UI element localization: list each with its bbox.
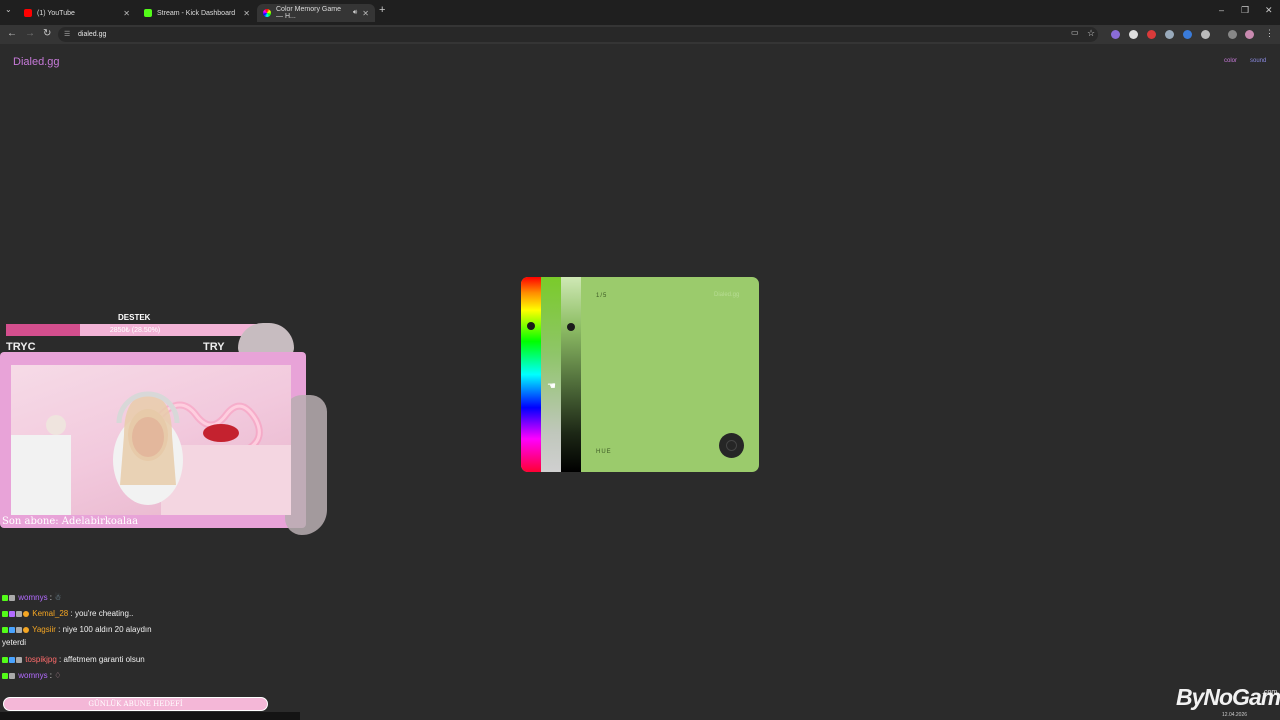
- hue-slider[interactable]: [521, 277, 541, 472]
- extension-icon[interactable]: [1129, 30, 1138, 39]
- url-text: dialed.gg: [78, 31, 107, 38]
- chat-username: Kemal_28: [32, 609, 69, 618]
- extension-record-icon[interactable]: [1147, 30, 1156, 39]
- emote-icon: ☃: [54, 593, 62, 602]
- browser-address-bar: ← → ↻ ☰ dialed.gg ▭ ☆ ⋮: [0, 25, 1280, 44]
- reload-icon[interactable]: ↻: [43, 28, 51, 39]
- sub-badge-icon: [9, 626, 15, 633]
- browser-tab-bar: ⌄ (1) YouTube ✕ Stream - Kick Dashboard …: [0, 0, 1280, 25]
- minimize-icon[interactable]: –: [1219, 5, 1224, 15]
- maximize-icon[interactable]: ❐: [1241, 5, 1249, 16]
- extensions-puzzle-icon[interactable]: [1201, 30, 1210, 39]
- window-close-icon[interactable]: ✕: [1265, 5, 1273, 16]
- watermark-date: 12.04.2026: [1222, 712, 1248, 718]
- webcam-video: [11, 365, 291, 515]
- chat-separator: :: [55, 625, 63, 634]
- kick-icon: [144, 9, 152, 17]
- watermark-suffix: .com: [1262, 689, 1278, 696]
- youtube-icon: [24, 9, 32, 17]
- extension-pen-icon[interactable]: [1111, 30, 1120, 39]
- bars-badge-icon: [9, 672, 15, 679]
- chat-username: womnys: [18, 593, 48, 602]
- coin-badge-icon: [23, 610, 29, 617]
- donation-goal-bar: 2850₺ (28.50%): [6, 324, 264, 336]
- url-input[interactable]: ☰ dialed.gg: [58, 27, 1098, 42]
- last-subscriber-text: Son abone: Adelabirkoalaa: [2, 516, 139, 527]
- coin-badge-icon: [23, 626, 29, 633]
- lightness-slider[interactable]: [561, 277, 581, 472]
- bars-badge-icon: [16, 610, 22, 617]
- sub-badge-icon: [9, 656, 15, 663]
- submit-guess-button[interactable]: [719, 433, 744, 458]
- forward-icon[interactable]: →: [25, 28, 35, 39]
- more-menu-icon[interactable]: ⋮: [1265, 28, 1274, 39]
- chat-text: affetmem garanti olsun: [63, 655, 145, 664]
- new-tab-button[interactable]: +: [379, 4, 385, 16]
- chat-text: niye 100 aldın 20 alaydın: [62, 625, 152, 634]
- donation-goal-title: DESTEK: [118, 313, 151, 322]
- tab-game-title: Color Memory Game — H...: [276, 6, 341, 20]
- site-info-icon[interactable]: ☰: [64, 30, 70, 38]
- lightness-slider-handle[interactable]: [567, 323, 575, 331]
- kick-badge-icon: [2, 626, 8, 633]
- target-icon: [726, 440, 737, 451]
- chat-username: womnys: [18, 671, 48, 680]
- taskbar: [0, 712, 300, 720]
- speaker-icon[interactable]: 🔊︎: [353, 9, 357, 17]
- cast-icon[interactable]: ▭: [1071, 28, 1079, 37]
- mode-label: HUE: [596, 449, 612, 455]
- bars-badge-icon: [16, 656, 22, 663]
- tab-kick-dashboard[interactable]: Stream - Kick Dashboard ✕: [138, 4, 256, 22]
- tab-kick-title: Stream - Kick Dashboard: [157, 9, 236, 17]
- close-icon[interactable]: ✕: [362, 9, 369, 18]
- sub-badge-icon: [9, 610, 15, 617]
- chat-message: Yagsiir : niye 100 aldın 20 alaydın: [2, 624, 262, 635]
- kick-badge-icon: [2, 656, 8, 663]
- color-game-card: 1/5 Dialed.gg HUE: [521, 277, 759, 472]
- chat-separator: :: [68, 609, 75, 618]
- round-counter: 1/5: [596, 293, 608, 299]
- extension-translate-icon[interactable]: [1183, 30, 1192, 39]
- bookmark-star-icon[interactable]: ☆: [1087, 28, 1095, 39]
- site-logo[interactable]: Dialed.gg: [13, 56, 59, 68]
- tab-color-memory-game[interactable]: Color Memory Game — H... 🔊︎ ✕: [257, 4, 375, 22]
- chat-message: tospikjpg : affetmem garanti olsun: [2, 654, 262, 665]
- nav-color-link[interactable]: color: [1224, 58, 1237, 64]
- chat-text: you're cheating..: [74, 609, 134, 618]
- chat-username: Yagsiir: [32, 625, 56, 634]
- color-wheel-icon: [263, 9, 271, 17]
- hand-cursor-icon: ☚: [547, 381, 556, 392]
- chat-message: womnys : ☃: [2, 592, 262, 603]
- back-icon[interactable]: ←: [7, 28, 17, 39]
- avatar[interactable]: [1245, 30, 1254, 39]
- donation-goal-text: 2850₺ (28.50%): [109, 327, 161, 334]
- tab-search-chevron-icon[interactable]: ⌄: [5, 5, 12, 14]
- emote-icon: ♢: [54, 671, 62, 680]
- hue-slider-handle[interactable]: [527, 322, 535, 330]
- card-brand: Dialed.gg: [714, 292, 740, 298]
- bars-badge-icon: [16, 626, 22, 633]
- chat-message: Kemal_28 : you're cheating..: [2, 608, 262, 619]
- nav-sound-link[interactable]: sound: [1250, 58, 1266, 64]
- cat-tail-art: [285, 395, 327, 535]
- tab-youtube-title: (1) YouTube: [37, 9, 75, 17]
- chat-continuation: yeterdi: [2, 638, 27, 647]
- extension-shield-icon[interactable]: [1165, 30, 1174, 39]
- kick-badge-icon: [2, 594, 8, 601]
- daily-sub-goal-bar: GÜNLÜK ABUNE HEDEFİ: [3, 697, 268, 711]
- close-icon[interactable]: ✕: [243, 9, 250, 18]
- tab-youtube[interactable]: (1) YouTube ✕: [18, 4, 136, 22]
- bars-badge-icon: [9, 594, 15, 601]
- chat-message: womnys : ♢: [2, 670, 262, 681]
- chat-username: tospikjpg: [25, 655, 57, 664]
- kick-badge-icon: [2, 610, 8, 617]
- webcam-scene: [11, 391, 291, 515]
- kick-badge-icon: [2, 672, 8, 679]
- tab-groups-icon[interactable]: [1228, 30, 1237, 39]
- close-icon[interactable]: ✕: [123, 9, 130, 18]
- saturation-slider[interactable]: [541, 277, 561, 472]
